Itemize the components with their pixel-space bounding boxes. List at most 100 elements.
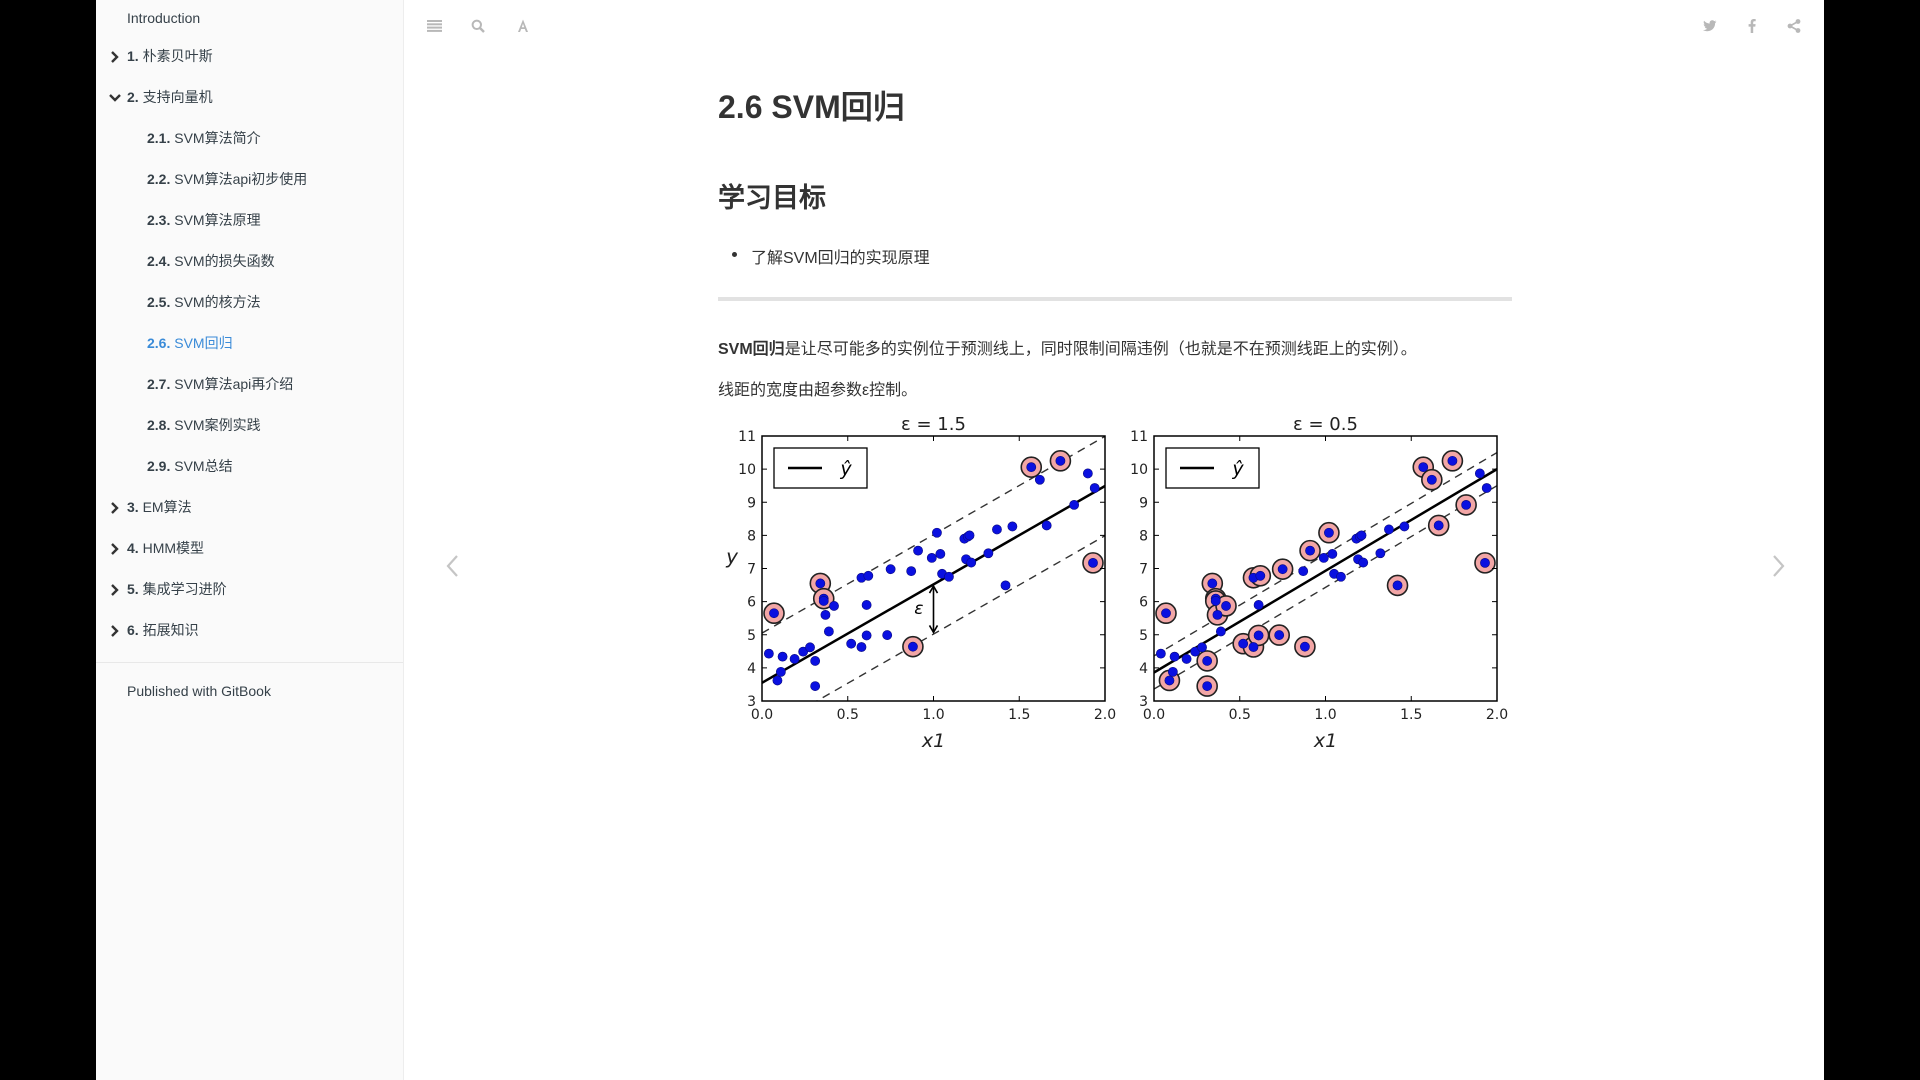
sidebar-item-2-5[interactable]: 2.5. SVM的核方法 bbox=[96, 282, 403, 323]
chevron-right-icon[interactable] bbox=[108, 528, 122, 569]
section-label: SVM算法api初步使用 bbox=[174, 171, 308, 187]
chapter-label: 拓展知识 bbox=[142, 622, 199, 638]
data-point bbox=[1305, 545, 1315, 556]
data-point bbox=[944, 571, 954, 582]
twitter-icon[interactable] bbox=[1700, 16, 1720, 36]
svm-regression-figure: ε = 1.5 ε ŷ 0.0 0.5 1.0 1.5 2.0 3 4 5 6 7 8 9 10 11 x1 y ε … bbox=[718, 410, 1518, 755]
section-label: SVM案例实践 bbox=[174, 417, 261, 433]
published-with-gitbook-link[interactable]: Published with GitBook bbox=[96, 673, 403, 709]
section-number: 2.2. bbox=[147, 171, 171, 187]
x-tick-label: 2.0 bbox=[1094, 707, 1116, 723]
sidebar-item-chapter-2[interactable]: 2. 支持向量机 bbox=[96, 77, 403, 118]
regression-line bbox=[1154, 468, 1497, 674]
data-point bbox=[1007, 521, 1018, 532]
sidebar-item-2-9[interactable]: 2.9. SVM总结 bbox=[96, 446, 403, 487]
chapter-label: 朴素贝叶斯 bbox=[142, 48, 213, 64]
data-point bbox=[1253, 600, 1264, 610]
data-point bbox=[935, 549, 946, 559]
data-point bbox=[1155, 648, 1166, 659]
chevron-right-icon[interactable] bbox=[108, 610, 122, 651]
y-tick-label: 6 bbox=[1139, 595, 1148, 611]
section-number: 2.8. bbox=[147, 417, 171, 433]
share-icon[interactable] bbox=[1784, 16, 1804, 36]
sidebar-item-chapter-1[interactable]: 1. 朴素贝叶斯 bbox=[96, 36, 403, 77]
data-point bbox=[1238, 638, 1249, 649]
data-point bbox=[1253, 630, 1264, 641]
data-point bbox=[1055, 455, 1066, 466]
y-tick-label: 8 bbox=[1139, 528, 1148, 544]
data-point bbox=[775, 666, 786, 677]
sidebar-item-2-8[interactable]: 2.8. SVM案例实践 bbox=[96, 405, 403, 446]
chevron-right-icon[interactable] bbox=[108, 487, 122, 528]
next-page-arrow[interactable] bbox=[1768, 553, 1792, 579]
data-point bbox=[885, 564, 896, 575]
data-point bbox=[1392, 580, 1403, 591]
data-point bbox=[1069, 500, 1080, 510]
chapter-number: 5. bbox=[127, 581, 139, 597]
x-tick-label: 2.0 bbox=[1486, 707, 1508, 723]
data-point bbox=[769, 608, 779, 619]
data-point bbox=[1034, 474, 1045, 485]
font-settings-icon[interactable] bbox=[513, 16, 533, 36]
sidebar-item-2-7[interactable]: 2.7. SVM算法api再介绍 bbox=[96, 364, 403, 405]
chapter-label: 支持向量机 bbox=[142, 89, 213, 105]
section-number: 2.7. bbox=[147, 376, 171, 392]
section-label: SVM算法原理 bbox=[174, 212, 261, 228]
sidebar-item-chapter-3[interactable]: 3. EM算法 bbox=[96, 487, 403, 528]
sidebar-item-2-3[interactable]: 2.3. SVM算法原理 bbox=[96, 200, 403, 241]
data-point bbox=[906, 566, 917, 577]
sidebar-item-2-4[interactable]: 2.4. SVM的损失函数 bbox=[96, 241, 403, 282]
y-tick-label: 5 bbox=[1139, 628, 1148, 644]
data-point bbox=[846, 638, 857, 649]
data-point bbox=[1480, 557, 1490, 568]
x-tick-label: 0.5 bbox=[1229, 707, 1251, 723]
section-number: 2.9. bbox=[147, 458, 171, 474]
y-tick-label: 9 bbox=[747, 495, 756, 511]
section-number: 2.4. bbox=[147, 253, 171, 269]
chart-panel-2: ε = 0.5ŷ0.0 0.5 1.0 1.5 2.034567891011x1 bbox=[1130, 414, 1508, 752]
sidebar-item-chapter-5[interactable]: 5. 集成学习进阶 bbox=[96, 569, 403, 610]
x-axis-label: x1 bbox=[921, 730, 945, 752]
chevron-right-icon[interactable] bbox=[108, 36, 122, 77]
data-point bbox=[1161, 608, 1171, 619]
epsilon-label: ε bbox=[914, 599, 923, 619]
x-tick-label: 1.0 bbox=[922, 707, 944, 723]
menu-icon[interactable] bbox=[424, 16, 444, 36]
chevron-right-icon[interactable] bbox=[108, 569, 122, 610]
data-point bbox=[861, 630, 872, 641]
sidebar-item-introduction[interactable]: Introduction bbox=[96, 0, 403, 36]
data-point bbox=[1202, 656, 1213, 666]
data-point bbox=[1221, 601, 1231, 611]
sidebar-item-chapter-4[interactable]: 4. HMM模型 bbox=[96, 528, 403, 569]
data-point bbox=[1461, 500, 1472, 510]
search-icon[interactable] bbox=[468, 16, 488, 36]
previous-page-arrow[interactable] bbox=[443, 553, 467, 579]
chevron-down-icon[interactable] bbox=[108, 77, 122, 118]
data-point bbox=[1089, 483, 1100, 493]
data-point bbox=[1418, 462, 1429, 473]
sidebar-item-2-1[interactable]: 2.1. SVM算法简介 bbox=[96, 118, 403, 159]
section-label: SVM的损失函数 bbox=[174, 253, 275, 269]
data-point bbox=[1167, 666, 1178, 677]
x-tick-label: 0.5 bbox=[837, 707, 859, 723]
section-number: 2.5. bbox=[147, 294, 171, 310]
section-label: SVM算法api再介绍 bbox=[174, 376, 294, 392]
facebook-icon[interactable] bbox=[1742, 16, 1762, 36]
data-point bbox=[1215, 626, 1226, 637]
section-number: 2.3. bbox=[147, 212, 171, 228]
sidebar-item-chapter-6[interactable]: 6. 拓展知识 bbox=[96, 610, 403, 651]
data-point bbox=[926, 552, 937, 563]
list-item: 了解SVM回归的实现原理 bbox=[718, 244, 930, 268]
data-point bbox=[1324, 527, 1334, 538]
sidebar-item-2-6-active[interactable]: 2.6. SVM回归 bbox=[96, 323, 403, 364]
y-tick-label: 11 bbox=[738, 429, 756, 445]
data-point bbox=[777, 651, 788, 662]
data-point bbox=[1384, 524, 1394, 535]
data-point bbox=[1248, 642, 1259, 652]
data-point bbox=[983, 548, 994, 559]
y-tick-label: 9 bbox=[1139, 495, 1148, 511]
chapter-number: 1. bbox=[127, 48, 139, 64]
x-tick-label: 1.5 bbox=[1400, 707, 1422, 723]
sidebar-item-2-2[interactable]: 2.2. SVM算法api初步使用 bbox=[96, 159, 403, 200]
bold-term: SVM回归 bbox=[718, 341, 785, 358]
